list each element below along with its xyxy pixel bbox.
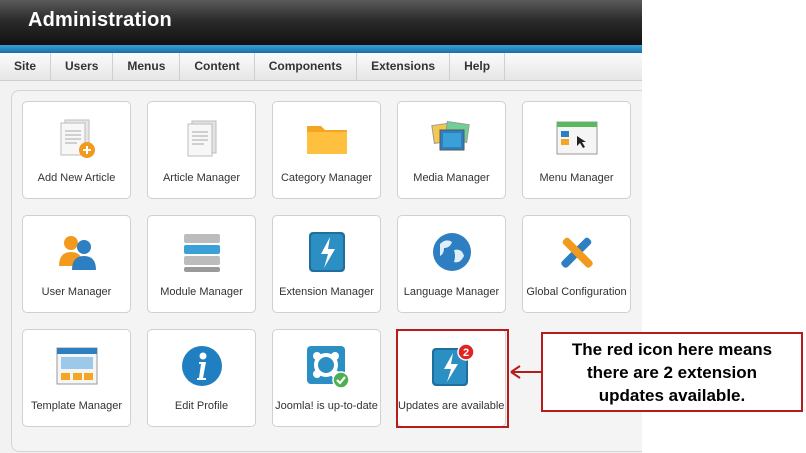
tile-label: Media Manager [413, 172, 490, 184]
extension-icon [308, 232, 345, 272]
tile-label: Language Manager [403, 286, 500, 298]
menu-content[interactable]: Content [180, 53, 255, 80]
tile-label: Menu Manager [539, 172, 614, 184]
main-menu: Site Users Menus Content Components Exte… [0, 53, 642, 81]
callout-text: The red icon here means there are 2 exte… [571, 339, 773, 405]
menu-users[interactable]: Users [51, 53, 114, 80]
add-article-icon [60, 119, 95, 158]
tile-joomla-up-to-date[interactable]: Joomla! is up-to-date [272, 329, 381, 427]
arrow-icon [510, 365, 543, 379]
tile-extension-manager[interactable]: Extension Manager [272, 215, 381, 313]
header-stripe [0, 45, 642, 53]
menu-site[interactable]: Site [0, 53, 52, 80]
module-icon [183, 234, 220, 272]
menu-extensions[interactable]: Extensions [357, 53, 451, 80]
media-icon [430, 120, 470, 151]
tile-label: Module Manager [160, 286, 243, 298]
info-icon [181, 346, 222, 386]
tile-label: Global Configuration [526, 286, 627, 298]
tile-module-manager[interactable]: Module Manager [147, 215, 256, 313]
header-bar: Administration [0, 0, 642, 45]
callout-box: The red icon here means there are 2 exte… [541, 332, 803, 412]
tile-menu-manager[interactable]: Menu Manager [522, 101, 631, 199]
template-icon [56, 347, 97, 385]
globe-icon [432, 233, 471, 271]
tile-label: Category Manager [280, 172, 373, 184]
highlight-box [396, 329, 509, 428]
tile-label: Extension Manager [279, 286, 374, 298]
tools-icon [560, 237, 593, 268]
tile-label: User Manager [41, 286, 112, 298]
tile-label: Template Manager [30, 400, 123, 412]
users-icon [58, 236, 96, 270]
folder-icon [306, 126, 347, 154]
tile-template-manager[interactable]: Template Manager [22, 329, 131, 427]
tile-label: Article Manager [162, 172, 241, 184]
article-icon [187, 120, 216, 157]
tile-media-manager[interactable]: Media Manager [397, 101, 506, 199]
tile-category-manager[interactable]: Category Manager [272, 101, 381, 199]
menu-help[interactable]: Help [450, 53, 506, 80]
page-title: Administration [28, 9, 172, 31]
tile-label: Edit Profile [174, 400, 229, 412]
tile-label: Add New Article [37, 172, 116, 184]
tile-label: Joomla! is up-to-date [275, 400, 378, 412]
menu-components[interactable]: Components [255, 53, 358, 80]
joomla-check-icon [306, 346, 350, 389]
menu-menus[interactable]: Menus [113, 53, 181, 80]
menu-icon [556, 121, 597, 155]
tile-add-new-article[interactable]: Add New Article [22, 101, 131, 199]
tile-article-manager[interactable]: Article Manager [147, 101, 256, 199]
tile-user-manager[interactable]: User Manager [22, 215, 131, 313]
tile-language-manager[interactable]: Language Manager [397, 215, 506, 313]
tile-global-configuration[interactable]: Global Configuration [522, 215, 631, 313]
tile-edit-profile[interactable]: Edit Profile [147, 329, 256, 427]
